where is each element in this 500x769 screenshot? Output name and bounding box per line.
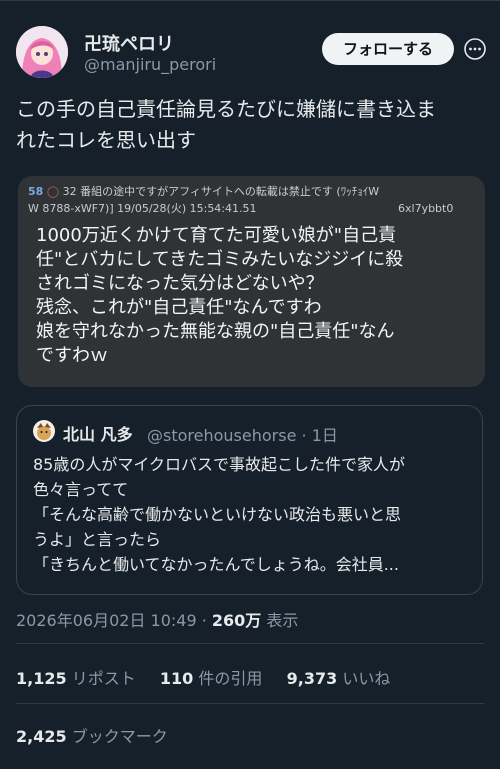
bookmarks-stat[interactable]: 2,425 ブックマーク bbox=[16, 723, 168, 747]
timestamp[interactable]: 2026年06月02日 10:49 bbox=[16, 611, 197, 630]
reply-bubble-icon: ◯ bbox=[46, 185, 60, 198]
follow-button[interactable]: フォローする bbox=[322, 33, 454, 65]
reposts-count: 1,125 bbox=[16, 669, 67, 688]
attached-image[interactable]: 58 ◯ 32 番組の途中ですがアフィサイトへの転載は禁止です (ﾜｯﾁｮｲW … bbox=[18, 176, 485, 387]
post-notice: 番組の途中ですがアフィサイトへの転載は禁止です bbox=[80, 185, 333, 198]
quotes-stat[interactable]: 110 件の引用 bbox=[160, 669, 268, 688]
views-count: 260万 bbox=[211, 611, 262, 630]
quoted-tweet[interactable]: 北山 凡多 @storehousehorse · 1日 85歳の人がマイクロバス… bbox=[16, 405, 483, 595]
reply-count: 32 bbox=[62, 185, 77, 198]
author-display-name[interactable]: 卍琉ペロリ bbox=[84, 30, 174, 56]
post-header: 58 ◯ 32 番組の途中ですがアフィサイトへの転載は禁止です (ﾜｯﾁｮｲW bbox=[28, 184, 478, 199]
separator-dot: · bbox=[201, 611, 212, 630]
likes-label: いいね bbox=[342, 669, 391, 688]
post-number: 58 bbox=[28, 185, 44, 198]
views-label: 表示 bbox=[266, 611, 299, 630]
quotes-count: 110 bbox=[159, 669, 194, 688]
post-body-line: ですわｗ bbox=[36, 345, 108, 366]
bookmarks-label: ブックマーク bbox=[71, 727, 168, 746]
divider bbox=[16, 643, 484, 644]
reposts-label: リポスト bbox=[71, 669, 136, 688]
quoted-handle-line: @storehousehorse · 1日 bbox=[147, 422, 338, 446]
post-name-suffix: (ﾜｯﾁｮｲW bbox=[336, 185, 380, 198]
engagement-stats: 1,125 リポスト 110 件の引用 9,373 いいね bbox=[16, 665, 390, 689]
tweet-text: この手の自己責任論見るたびに嫌儲に書き込ま れたコレを思い出す bbox=[16, 94, 486, 156]
post-body: 1000万近くかけて育てた可愛い娘が"自己責 任"とバカにしてきたゴミみたいなジ… bbox=[36, 224, 476, 368]
post-body-line: 娘を守れなかった無能な親の"自己責任"なん bbox=[36, 321, 395, 342]
quoted-avatar[interactable] bbox=[33, 420, 55, 442]
post-body-line: 残念、これが"自己責任"なんですわ bbox=[36, 297, 322, 318]
reposts-stat[interactable]: 1,125 リポスト bbox=[16, 669, 141, 688]
post-body-line: 1000万近くかけて育てた可愛い娘が"自己責 bbox=[36, 225, 397, 246]
quoted-avatar-image bbox=[33, 420, 55, 442]
quoted-text-line: 85歳の人がマイクロバスで事故起こした件で家人が bbox=[33, 455, 406, 474]
author-handle[interactable]: @manjiru_perori bbox=[84, 55, 216, 74]
quotes-label: 件の引用 bbox=[198, 669, 263, 688]
more-options-icon[interactable] bbox=[463, 37, 487, 61]
tweet-text-line: れたコレを思い出す bbox=[16, 128, 196, 152]
avatar-image bbox=[16, 26, 68, 78]
post-id: 6xl7ybbt0 bbox=[398, 202, 454, 215]
tweet-text-line: この手の自己責任論見るたびに嫌儲に書き込ま bbox=[16, 97, 436, 121]
post-meta-line: W 8788-xWF7)] 19/05/28(火) 15:54:41.51 bbox=[28, 202, 257, 215]
timestamp-row: 2026年06月02日 10:49 · 260万 表示 bbox=[16, 607, 298, 631]
quoted-text: 85歳の人がマイクロバスで事故起こした件で家人が 色々言ってて 「そんな高齢で働… bbox=[33, 452, 473, 577]
likes-stat[interactable]: 9,373 いいね bbox=[287, 669, 391, 688]
author-avatar[interactable] bbox=[16, 26, 68, 78]
post-meta: W 8788-xWF7)] 19/05/28(火) 15:54:41.51 6x… bbox=[28, 201, 478, 216]
likes-count: 9,373 bbox=[286, 669, 338, 688]
bookmarks-count: 2,425 bbox=[16, 727, 67, 746]
post-body-line: 任"とバカにしてきたゴミみたいなジジイに殺 bbox=[36, 249, 404, 270]
quoted-text-line: 「きちんと働いてなかったんでしょうね。会社員... bbox=[33, 555, 399, 574]
quoted-text-line: 色々言ってて bbox=[33, 480, 129, 499]
quoted-display-name[interactable]: 北山 凡多 bbox=[63, 421, 133, 445]
post-body-line: されゴミになった気分はどないや？ bbox=[36, 273, 324, 294]
top-divider bbox=[0, 0, 500, 1]
quoted-handle[interactable]: @storehousehorse bbox=[147, 426, 296, 445]
divider bbox=[16, 703, 484, 704]
quoted-time[interactable]: 1日 bbox=[312, 426, 338, 445]
quoted-text-line: うよ」と言ったら bbox=[33, 530, 162, 549]
separator-dot: · bbox=[301, 426, 307, 445]
quoted-text-line: 「そんな高齢で働かないといけない政治も悪いと思 bbox=[33, 505, 402, 524]
